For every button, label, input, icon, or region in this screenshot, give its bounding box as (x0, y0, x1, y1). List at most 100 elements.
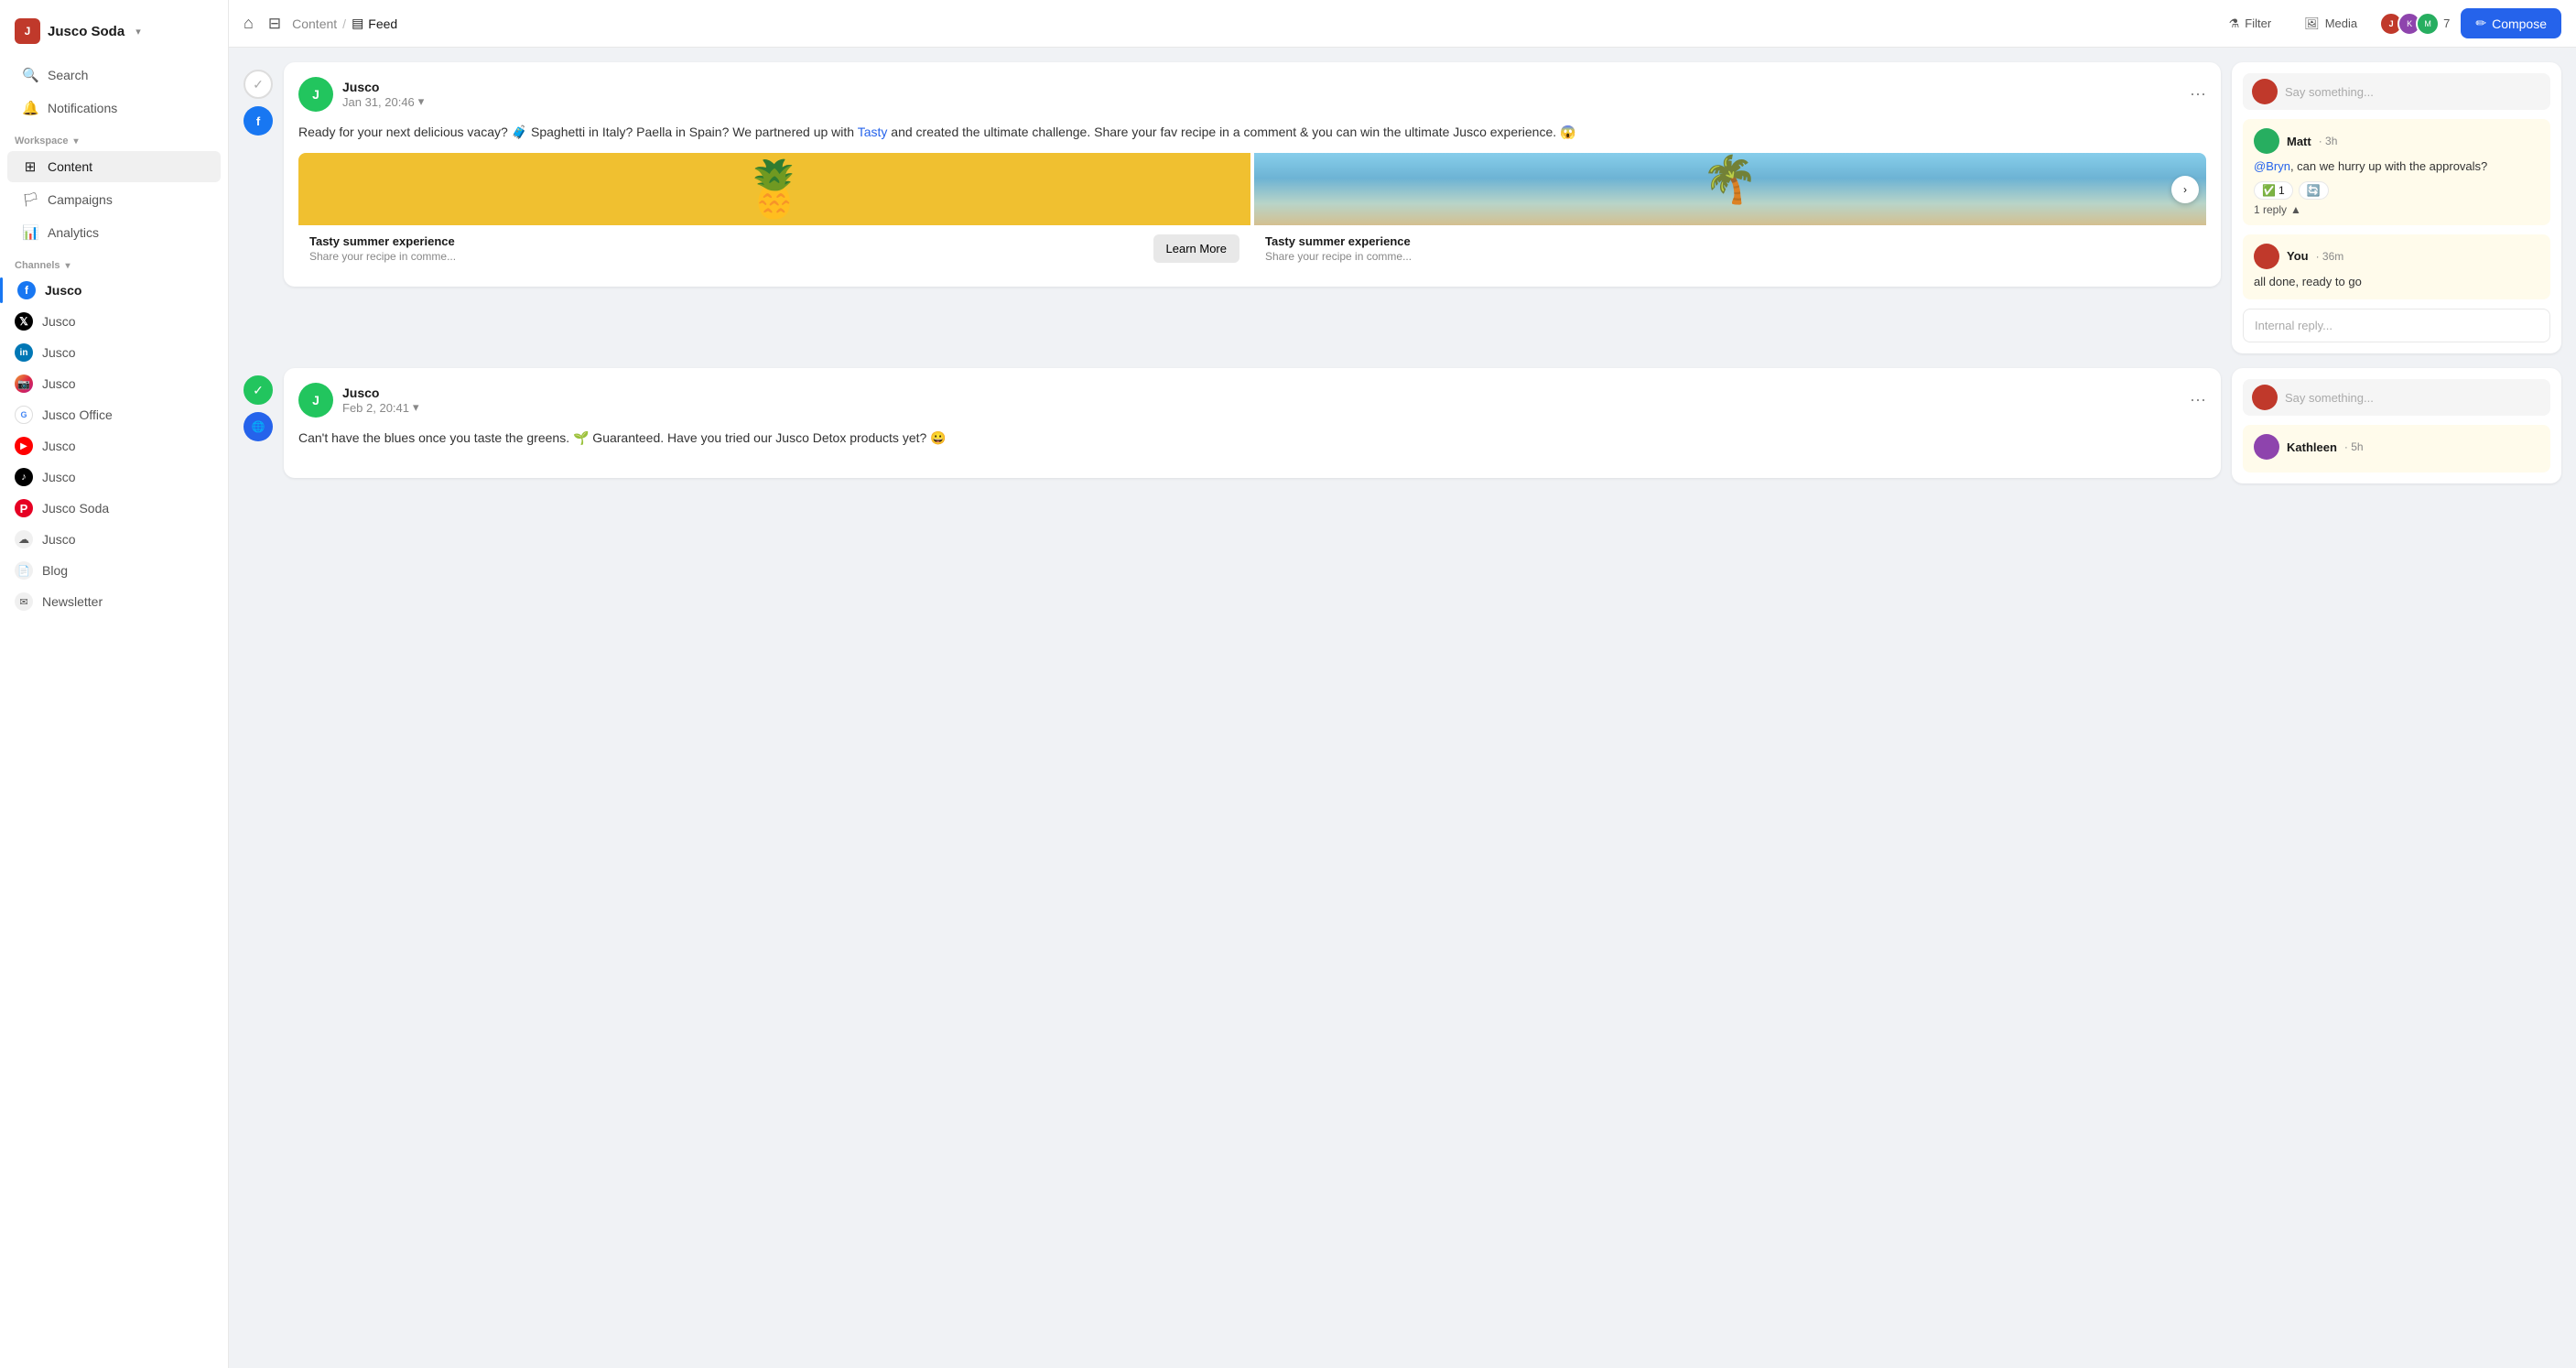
channel-item-facebook[interactable]: f Jusco (0, 275, 228, 306)
globe-icon: 🌐 (252, 420, 265, 433)
sidebar-campaigns-label: Campaigns (48, 192, 113, 207)
sidebar-item-search[interactable]: 🔍 Search (7, 60, 221, 91)
filter-button[interactable]: ⚗ Filter (2218, 11, 2283, 37)
media-button[interactable]: 🖼 Media (2293, 11, 2368, 37)
breadcrumb-current: ▤ Feed (352, 16, 397, 31)
sidebar-search-label: Search (48, 68, 88, 82)
sidebar-notifications-label: Notifications (48, 101, 117, 115)
home-icon[interactable]: ⌂ (244, 14, 254, 33)
comment-input-row-2[interactable]: Say something... (2243, 379, 2550, 416)
comment-input-row-1[interactable]: Say something... (2243, 73, 2550, 110)
channel-item-pinterest[interactable]: P Jusco Soda (0, 493, 228, 524)
compose-button[interactable]: ✏ Compose (2461, 8, 2561, 38)
post-card-2: J Jusco Feb 2, 20:41 ▾ ⋯ Can't have the … (284, 368, 2221, 478)
comment-matt-header: Matt · 3h (2254, 128, 2539, 154)
media-icon: 🖼 (2304, 16, 2320, 31)
bar-chart-icon: 📊 (22, 224, 38, 241)
post-card-overlay-1b: Tasty summer experience Share your recip… (1254, 225, 2206, 272)
comment-you: You · 36m all done, ready to go (2243, 234, 2550, 300)
card-title-1b: Tasty summer experience (1265, 234, 2195, 248)
channel-item-linkedin[interactable]: in Jusco (0, 337, 228, 368)
post-image-1b: 🌴 › (1254, 153, 2206, 225)
post-link-tasty[interactable]: Tasty (858, 125, 888, 139)
channel-item-tiktok[interactable]: ♪ Jusco (0, 461, 228, 493)
filter-icon: ⚗ (2229, 16, 2240, 31)
main-area: ⌂ ⊟ Content / ▤ Feed ⚗ Filter 🖼 Media J … (229, 0, 2576, 1368)
channel-item-blog[interactable]: 📄 Blog (0, 555, 228, 586)
search-icon: 🔍 (22, 67, 38, 83)
emoji-icon: 🔄 (2307, 184, 2321, 197)
sidebar: J Jusco Soda ▾ 🔍 Search 🔔 Notifications … (0, 0, 229, 1368)
comment-kathleen-time: · 5h (2344, 440, 2364, 453)
comment-you-header: You · 36m (2254, 244, 2539, 269)
comment-you-avatar (2254, 244, 2279, 269)
post-author-avatar-2: J (298, 383, 333, 418)
sidebar-item-campaigns[interactable]: 🏳 Campaigns (7, 184, 221, 215)
learn-more-button-1a[interactable]: Learn More (1153, 234, 1239, 263)
internal-reply-input-1[interactable]: Internal reply... (2243, 309, 2550, 342)
channel-item-generic[interactable]: ☁ Jusco (0, 524, 228, 555)
channel-label-google: Jusco Office (42, 407, 113, 422)
comment-you-time: · 36m (2316, 250, 2344, 263)
channel-label-instagram: Jusco (42, 376, 76, 391)
channel-item-x[interactable]: 𝕏 Jusco (0, 306, 228, 337)
post-images-1: 🍍 Tasty summer experience Share your rec… (298, 153, 2206, 272)
post-approve-button-1[interactable]: ✓ (244, 70, 273, 99)
active-channel-indicator (0, 277, 3, 303)
member-avatars[interactable]: J K M 7 (2379, 12, 2450, 36)
post-platform-globe-2[interactable]: 🌐 (244, 412, 273, 441)
post-author-name-1: Jusco (342, 80, 424, 94)
comments-panel-1: Say something... Matt · 3h @Bryn, can we… (2232, 62, 2561, 353)
channel-item-youtube[interactable]: ▶ Jusco (0, 430, 228, 461)
post-approve-button-2[interactable]: ✓ (244, 375, 273, 405)
channels-chevron-icon: ▾ (66, 261, 70, 271)
comment-you-text: all done, ready to go (2254, 273, 2539, 291)
date-chevron-icon-2: ▾ (413, 400, 419, 415)
reply-toggle-matt[interactable]: 1 reply ▲ (2254, 200, 2539, 216)
comment-input-1[interactable]: Say something... (2285, 85, 2541, 99)
comment-matt-author: Matt (2287, 135, 2311, 148)
comment-kathleen-avatar (2254, 434, 2279, 460)
pinterest-channel-icon: P (15, 499, 33, 517)
sidebar-item-content[interactable]: ⊞ Content (7, 151, 221, 182)
topbar: ⌂ ⊟ Content / ▤ Feed ⚗ Filter 🖼 Media J … (229, 0, 2576, 48)
channel-item-instagram[interactable]: 📷 Jusco (0, 368, 228, 399)
member-count: 7 (2443, 16, 2450, 30)
reaction-count: 1 (2278, 184, 2285, 197)
carousel-next-button[interactable]: › (2171, 176, 2199, 203)
sidebar-item-analytics[interactable]: 📊 Analytics (7, 217, 221, 248)
comment-kathleen-author: Kathleen (2287, 440, 2337, 454)
brand-logo-button[interactable]: J Jusco Soda ▾ (0, 11, 228, 59)
comment-matt-text: @Bryn, can we hurry up with the approval… (2254, 157, 2539, 176)
channels-section-label: Channels ▾ (0, 249, 228, 275)
post-date-1[interactable]: Jan 31, 20:46 ▾ (342, 94, 424, 109)
google-channel-icon: G (15, 406, 33, 424)
reaction-emoji-picker[interactable]: 🔄 (2299, 181, 2329, 200)
channel-label-blog: Blog (42, 563, 68, 578)
channel-item-newsletter[interactable]: ✉ Newsletter (0, 586, 228, 617)
card-title-1a: Tasty summer experience (309, 234, 1144, 248)
layout-icon[interactable]: ⊟ (268, 15, 281, 33)
sidebar-item-notifications[interactable]: 🔔 Notifications (7, 92, 221, 124)
post-author-avatar-1: J (298, 77, 333, 112)
brand-name: Jusco Soda (48, 24, 124, 39)
channel-item-google[interactable]: G Jusco Office (0, 399, 228, 430)
post-author-name-2: Jusco (342, 385, 419, 400)
comment-matt-avatar (2254, 128, 2279, 154)
youtube-channel-icon: ▶ (15, 437, 33, 455)
channel-label-linkedin: Jusco (42, 345, 76, 360)
avatar-3: M (2416, 12, 2440, 36)
breadcrumb-separator: / (342, 16, 346, 31)
channel-label-x: Jusco (42, 314, 76, 329)
post-menu-button-1[interactable]: ⋯ (2190, 85, 2206, 104)
comment-input-2[interactable]: Say something... (2285, 391, 2541, 405)
post-date-2[interactable]: Feb 2, 20:41 ▾ (342, 400, 419, 415)
post-menu-button-2[interactable]: ⋯ (2190, 391, 2206, 410)
post-platform-facebook-1[interactable]: f (244, 106, 273, 136)
breadcrumb-parent[interactable]: Content (292, 16, 337, 31)
comment-kathleen-header: Kathleen · 5h (2254, 434, 2539, 460)
card-subtitle-1b: Share your recipe in comme... (1265, 250, 2195, 263)
generic-channel-icon: ☁ (15, 530, 33, 548)
comment-you-author: You (2287, 249, 2309, 263)
reaction-checkmark[interactable]: ✅ 1 (2254, 181, 2293, 200)
